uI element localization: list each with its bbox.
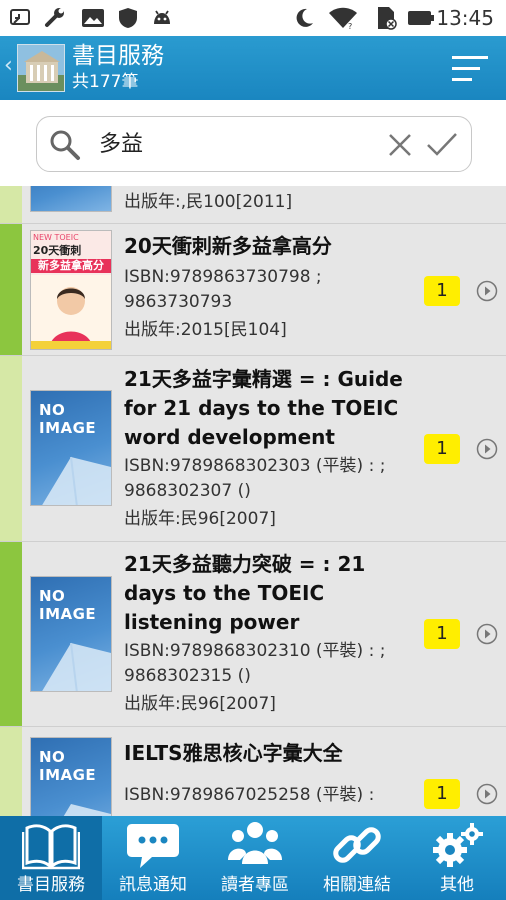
row-color-bar	[0, 542, 22, 726]
book-title: 20天衝刺新多益拿高分	[124, 234, 332, 258]
book-isbn: ISBN:9789868302303 (平裝) : ; 9868302307 (…	[124, 456, 386, 501]
status-bar: ? 13:45	[0, 0, 506, 36]
shield-icon	[116, 6, 140, 30]
clear-icon[interactable]	[385, 130, 415, 160]
row-color-bar	[0, 727, 22, 816]
no-image-cover: NO IMAGE	[30, 576, 112, 692]
publish-year: 出版年:2015[民104]	[124, 320, 287, 340]
battery-icon	[406, 6, 436, 30]
bottom-tab-bar: 書目服務 訊息通知 讀者專區 相關連結 其他	[0, 816, 506, 900]
page-title: 書目服務	[72, 43, 164, 69]
row-color-bar	[0, 224, 22, 355]
search-input[interactable]: 多益	[99, 129, 143, 161]
chevron-right-icon[interactable]	[476, 783, 498, 805]
no-image-label: NO IMAGE	[39, 587, 97, 623]
library-logo	[17, 44, 65, 92]
tab-label: 讀者專區	[221, 875, 289, 895]
tab-related-links[interactable]: 相關連結	[306, 816, 408, 900]
confirm-check-icon[interactable]	[425, 130, 459, 160]
tab-other[interactable]: 其他	[408, 816, 506, 900]
tab-label: 相關連結	[323, 875, 391, 895]
sort-lines-icon	[452, 56, 488, 81]
copies-badge: 1	[424, 619, 460, 649]
book-title: 21天多益聽力突破 = : 21 days to the TOEIC liste…	[124, 552, 366, 634]
no-image-cover: NO IMAGE	[30, 390, 112, 506]
publish-year: 出版年:,民100[2011]	[124, 192, 293, 212]
book-title: IELTS雅思核心字彙大全	[124, 741, 343, 765]
list-item[interactable]: NO IMAGE 21天多益聽力突破 = : 21 days to the TO…	[0, 542, 506, 727]
list-item[interactable]: NEW TOEIC 20天衝刺 新多益拿高分 20天衝刺新多益拿高分 ISBN:…	[0, 224, 506, 356]
no-image-cover: NO IMAGE	[30, 737, 112, 816]
book-title: 21天多益字彙精選 = : Guide for 21 days to the T…	[124, 367, 403, 449]
no-image-label: NO IMAGE	[39, 401, 97, 437]
tab-label: 其他	[440, 875, 474, 895]
status-time: 13:45	[436, 6, 494, 30]
link-icon	[328, 820, 386, 870]
list-item[interactable]: NO IMAGE IELTS雅思核心字彙大全 ISBN:978986702525…	[0, 727, 506, 816]
book-cover: NEW TOEIC 20天衝刺 新多益拿高分	[30, 230, 112, 350]
copies-badge: 1	[424, 276, 460, 306]
tab-label: 書目服務	[17, 875, 85, 895]
tab-reader-area[interactable]: 讀者專區	[204, 816, 306, 900]
cover-text: NEW TOEIC	[33, 233, 79, 242]
chevron-right-icon[interactable]	[476, 623, 498, 645]
search-box[interactable]: 多益	[36, 116, 472, 172]
book-isbn: ISBN:9789867025258 (平裝) :	[124, 785, 375, 805]
search-area: 多益	[0, 100, 506, 186]
sim-icon	[372, 6, 400, 30]
search-icon[interactable]	[48, 128, 82, 162]
result-count: 共177筆	[72, 72, 139, 92]
row-color-bar	[0, 356, 22, 541]
cover-text: 新多益拿高分	[31, 259, 111, 273]
book-isbn: ISBN:9789868302310 (平裝) : ; 9868302315 (…	[124, 641, 386, 686]
wrench-icon	[42, 6, 68, 30]
cover-text: 20天衝刺	[33, 244, 82, 257]
copies-badge: 1	[424, 434, 460, 464]
tab-bibliographic-service[interactable]: 書目服務	[0, 816, 102, 900]
results-list: 出版年:,民100[2011] NEW TOEIC 20天衝刺 新多益拿高分 2…	[0, 186, 506, 816]
copies-badge: 1	[424, 779, 460, 809]
list-item[interactable]: NO IMAGE 21天多益字彙精選 = : Guide for 21 days…	[0, 356, 506, 542]
book-isbn: ISBN:9789863730798 ; 9863730793	[124, 267, 322, 312]
book-cover	[30, 186, 112, 212]
tab-label: 訊息通知	[119, 875, 187, 895]
users-icon	[226, 820, 284, 870]
cast-icon	[8, 6, 32, 30]
android-icon	[150, 6, 174, 30]
chevron-right-icon[interactable]	[476, 280, 498, 302]
svg-text:?: ?	[348, 22, 352, 29]
list-item[interactable]: 出版年:,民100[2011]	[0, 186, 506, 224]
sort-menu-button[interactable]	[448, 53, 490, 85]
moon-icon	[292, 6, 316, 30]
back-chevron-icon[interactable]: ‹	[4, 54, 13, 78]
wifi-icon: ?	[326, 6, 360, 30]
publish-year: 出版年:民96[2007]	[124, 509, 276, 529]
chevron-right-icon[interactable]	[476, 438, 498, 460]
gears-icon	[428, 820, 486, 870]
tab-notifications[interactable]: 訊息通知	[102, 816, 204, 900]
no-image-label: NO IMAGE	[39, 748, 97, 784]
image-icon	[80, 6, 106, 30]
publish-year: 出版年:民96[2007]	[124, 694, 276, 714]
app-header: ‹ 書目服務 共177筆	[0, 36, 506, 100]
row-color-bar	[0, 186, 22, 223]
book-icon	[21, 820, 81, 870]
chat-icon	[124, 820, 182, 870]
